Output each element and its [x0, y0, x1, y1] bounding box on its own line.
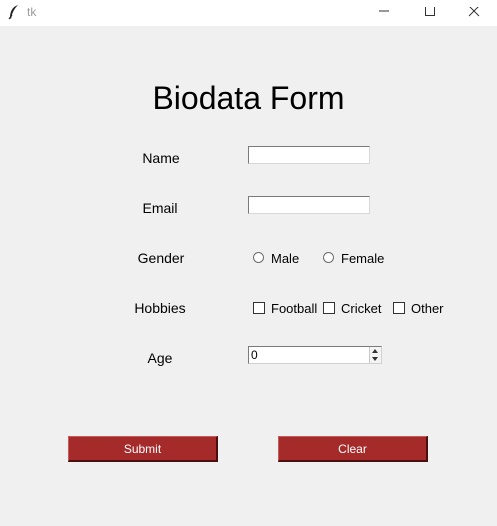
gender-label: Gender	[137, 250, 185, 266]
close-button[interactable]	[451, 0, 497, 26]
other-label[interactable]: Other	[411, 301, 444, 316]
spin-up-icon[interactable]	[372, 349, 378, 353]
gender-male-label[interactable]: Male	[271, 251, 299, 266]
form-heading: Biodata Form	[152, 80, 345, 116]
gender-female-radio[interactable]	[323, 252, 334, 263]
submit-button[interactable]: Submit	[68, 436, 218, 462]
email-field[interactable]	[248, 196, 370, 214]
feather-icon	[8, 4, 20, 23]
clear-button[interactable]: Clear	[278, 436, 428, 462]
name-field[interactable]	[248, 146, 370, 164]
maximize-icon	[425, 7, 435, 16]
age-value[interactable]: 0	[251, 348, 258, 362]
maximize-button[interactable]	[407, 0, 453, 26]
hobbies-label: Hobbies	[134, 300, 186, 316]
spin-buttons[interactable]	[369, 347, 381, 363]
name-label: Name	[142, 150, 180, 166]
email-label: Email	[142, 200, 178, 216]
spin-down-icon[interactable]	[372, 357, 378, 361]
age-label: Age	[147, 350, 173, 366]
age-spinbox[interactable]: 0	[248, 346, 382, 364]
football-checkbox[interactable]	[253, 302, 265, 314]
gender-female-label[interactable]: Female	[341, 251, 384, 266]
close-icon	[468, 7, 480, 17]
title-bar: tk	[0, 0, 497, 26]
other-checkbox[interactable]	[393, 302, 405, 314]
minimize-button[interactable]	[361, 0, 407, 26]
cricket-label[interactable]: Cricket	[341, 301, 381, 316]
window-title: tk	[27, 5, 37, 19]
cricket-checkbox[interactable]	[323, 302, 335, 314]
football-label[interactable]: Football	[271, 301, 317, 316]
minimize-icon	[379, 10, 389, 12]
gender-male-radio[interactable]	[253, 252, 264, 263]
